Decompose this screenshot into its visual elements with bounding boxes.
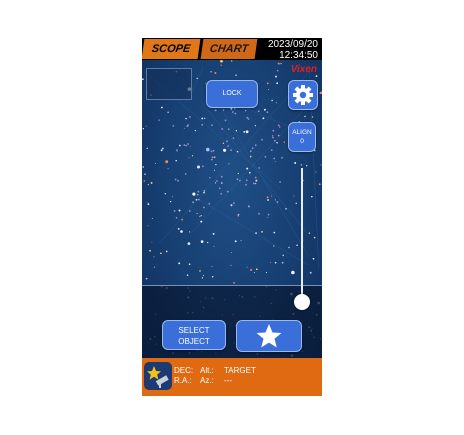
- scope-mode-tab[interactable]: SCOPE MODE: [142, 39, 201, 75]
- align-button[interactable]: ALIGN 0: [288, 122, 316, 152]
- alt-value: TARGET: [224, 366, 256, 375]
- star-icon: [256, 324, 282, 348]
- favorites-button[interactable]: [236, 320, 302, 352]
- zoom-slider-thumb[interactable]: [294, 294, 310, 310]
- zoom-slider-track[interactable]: [301, 168, 303, 300]
- top-bar: SCOPE MODE CHART MODE 2023/09/20 12:34:5…: [142, 38, 322, 75]
- brand-logo: Vixen: [290, 64, 317, 75]
- lock-button[interactable]: LOCK: [206, 80, 258, 108]
- ra-label: R.A.:: [174, 376, 192, 385]
- select-object-line2: OBJECT: [178, 337, 210, 346]
- telescope-star-icon[interactable]: [144, 362, 172, 390]
- select-object-line1: SELECT: [178, 326, 210, 335]
- settings-button[interactable]: [288, 80, 318, 110]
- date-text: 2023/09/20: [267, 39, 318, 50]
- gear-icon: [293, 85, 313, 105]
- az-label: Az.:: [200, 376, 214, 385]
- align-count: 0: [300, 138, 304, 145]
- select-object-button[interactable]: SELECT OBJECT: [162, 320, 226, 350]
- az-value: ---: [224, 376, 232, 385]
- info-bar: DEC: R.A.: Alt.: Az.: TARGET ---: [142, 358, 322, 396]
- chart-mode-tab[interactable]: CHART MODE: [200, 39, 258, 75]
- datetime: 2023/09/20 12:34:50: [268, 39, 318, 61]
- align-label: ALIGN: [292, 129, 312, 136]
- dec-label: DEC:: [174, 366, 194, 375]
- alt-label: Alt.:: [200, 366, 214, 375]
- app-screen: SCOPE MODE CHART MODE 2023/09/20 12:34:5…: [142, 38, 322, 396]
- overview-map[interactable]: [146, 68, 192, 100]
